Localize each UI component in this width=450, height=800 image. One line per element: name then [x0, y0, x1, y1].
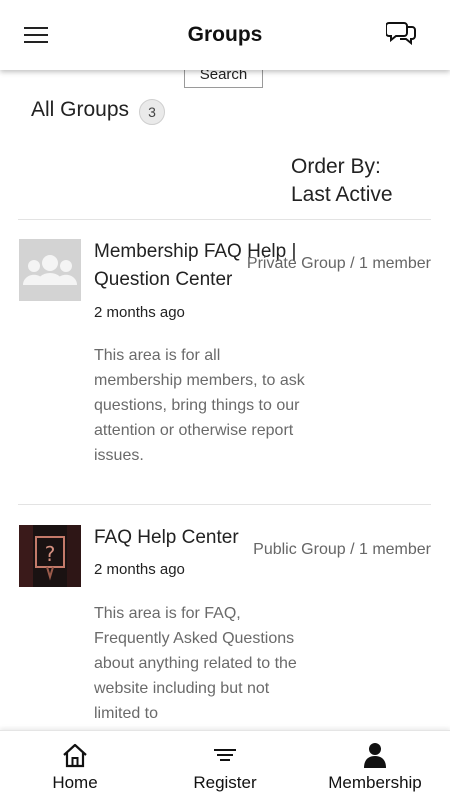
tab-membership[interactable]: Membership: [300, 731, 450, 800]
group-description: This area is for all membership members,…: [94, 347, 305, 464]
tab-label: Home: [52, 773, 98, 792]
app-header: Groups: [0, 0, 450, 70]
divider: [18, 504, 431, 505]
tab-label: Register: [193, 773, 257, 792]
group-last-active: 2 months ago: [94, 304, 185, 321]
group-placeholder-icon[interactable]: [19, 239, 81, 301]
bottom-tab-bar: Home Register Membership: [0, 730, 450, 800]
list-icon: [211, 741, 239, 769]
question-sign-photo[interactable]: ?: [19, 525, 81, 587]
tab-register[interactable]: Register: [150, 731, 300, 800]
group-last-active: 2 months ago: [94, 561, 185, 578]
all-groups-label[interactable]: All Groups: [31, 98, 129, 122]
order-by-select[interactable]: Order By: Last Active: [291, 153, 393, 209]
tab-label: Membership: [328, 773, 422, 792]
groups-content: Search All Groups 3 Order By: Last Activ…: [0, 70, 450, 730]
group-count-badge: 3: [139, 99, 165, 125]
divider: [18, 219, 431, 220]
chat-bubbles-icon[interactable]: [385, 19, 416, 46]
group-type-members: Public Group / 1 member: [253, 541, 431, 558]
home-icon: [61, 741, 89, 769]
svg-text:?: ?: [45, 542, 56, 566]
person-icon: [361, 741, 389, 769]
order-by-value: Last Active: [291, 183, 393, 206]
tab-home[interactable]: Home: [0, 731, 150, 800]
search-button[interactable]: Search: [184, 70, 263, 88]
group-name-link[interactable]: FAQ Help Center: [94, 524, 239, 552]
group-type-members: Private Group / 1 member: [246, 255, 431, 272]
page-title: Groups: [187, 23, 263, 46]
order-by-label: Order By:: [291, 155, 381, 178]
group-description: This area is for FAQ, Frequently Asked Q…: [94, 605, 297, 722]
